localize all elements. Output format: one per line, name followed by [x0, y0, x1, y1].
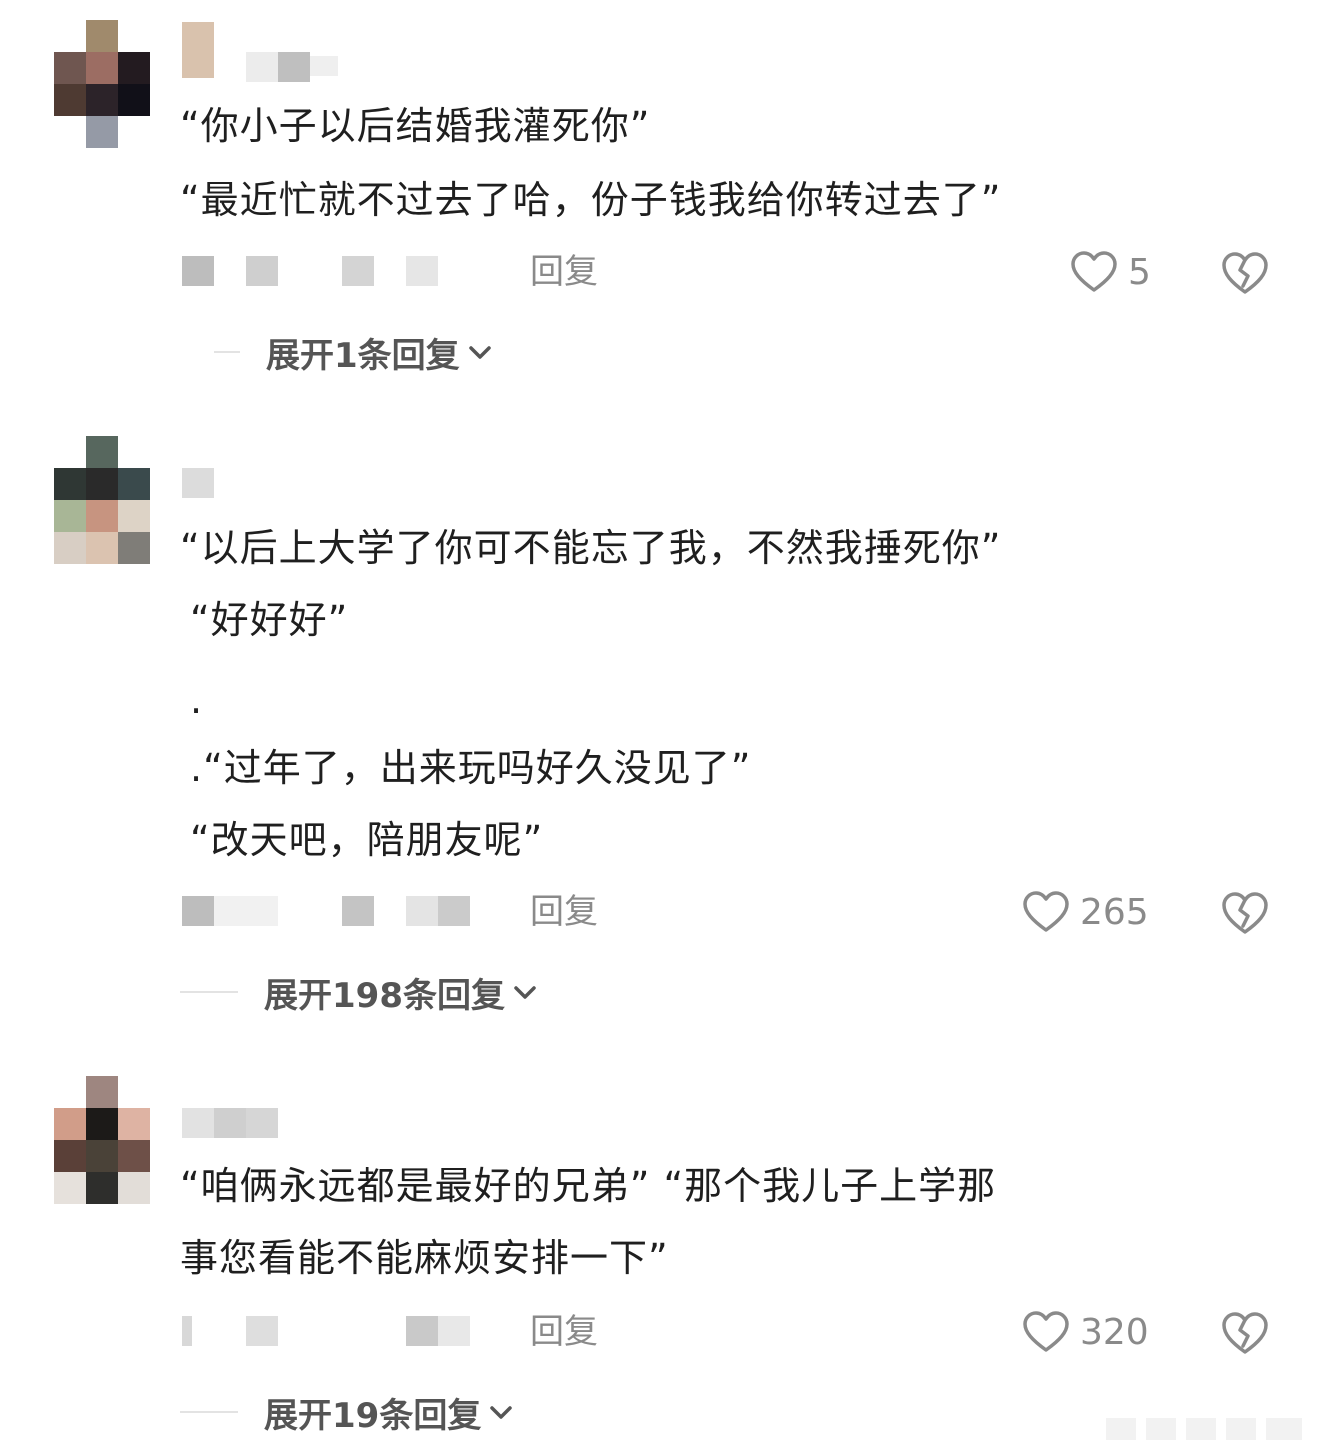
- avatar-pixel: [54, 1140, 86, 1172]
- like-button[interactable]: 320: [1022, 1310, 1149, 1354]
- like-count: 320: [1080, 1311, 1149, 1353]
- comment-meta: 回复 5: [182, 250, 1282, 294]
- like-button[interactable]: 5: [1070, 250, 1151, 294]
- comment-text-line: 事您看能不能麻烦安排一下”: [180, 1236, 669, 1280]
- blur-block: [182, 468, 214, 498]
- avatar-pixel: [54, 500, 86, 532]
- avatar-pixel: [86, 20, 118, 52]
- blur-block: [246, 1108, 278, 1138]
- avatar-pixel: [86, 52, 118, 84]
- divider: [180, 1411, 238, 1413]
- avatar-pixel: [118, 1172, 150, 1204]
- blur-block: [278, 52, 310, 82]
- avatar-pixel: [54, 84, 86, 116]
- broken-heart-icon[interactable]: [1220, 890, 1270, 936]
- avatar[interactable]: [54, 1076, 150, 1204]
- comment-meta: 回复 320: [182, 1310, 1282, 1354]
- reply-button[interactable]: 回复: [530, 250, 598, 294]
- location-blurred: [342, 896, 374, 926]
- comment-text-line: .“过年了，出来玩吗好久没见了”: [190, 746, 752, 790]
- timestamp-blurred: [182, 256, 214, 286]
- avatar-pixel: [54, 52, 86, 84]
- comment-text-line: “好好好”: [190, 598, 349, 642]
- avatar-pixel: [86, 1172, 118, 1204]
- divider: [180, 991, 238, 993]
- heart-outline-icon: [1023, 1311, 1069, 1352]
- reply-button[interactable]: 回复: [530, 1310, 598, 1354]
- avatar-pixel: [86, 500, 118, 532]
- avatar-pixel: [118, 500, 150, 532]
- avatar-pixel: [54, 532, 86, 564]
- like-button[interactable]: 265: [1022, 890, 1149, 934]
- timestamp-blurred: [246, 1316, 278, 1346]
- avatar-pixel: [118, 468, 150, 500]
- watermark: [1106, 1412, 1306, 1442]
- avatar-pixel: [118, 1108, 150, 1140]
- expand-replies-button[interactable]: 展开198条回复: [180, 970, 537, 1016]
- heart-outline-icon: [1071, 251, 1117, 292]
- expand-replies-label: 展开19条回复: [264, 1395, 482, 1436]
- username-blurred[interactable]: [182, 468, 222, 498]
- chevron-down-icon: [468, 346, 491, 359]
- comment-text-line: “你小子以后结婚我灌死你”: [180, 104, 651, 148]
- avatar-pixel: [86, 1140, 118, 1172]
- avatar-pixel: [86, 436, 118, 468]
- expand-replies-label: 展开1条回复: [266, 335, 460, 376]
- avatar-pixel: [118, 52, 150, 84]
- comment-text-line: .: [190, 678, 204, 722]
- avatar-pixel: [86, 468, 118, 500]
- broken-heart-icon[interactable]: [1220, 250, 1270, 296]
- expand-replies-button[interactable]: 展开1条回复: [214, 330, 492, 376]
- blur-block: [182, 1108, 214, 1138]
- avatar-pixel: [118, 1140, 150, 1172]
- timestamp-blurred: [246, 256, 278, 286]
- location-blurred: [406, 256, 438, 286]
- avatar-pixel: [86, 1076, 118, 1108]
- heart-outline-icon: [1023, 891, 1069, 932]
- avatar-pixel: [54, 1108, 86, 1140]
- comment-meta: 回复 265: [182, 890, 1282, 934]
- blur-block: [214, 1108, 246, 1138]
- reply-button[interactable]: 回复: [530, 890, 598, 934]
- blur-block: [310, 56, 338, 76]
- avatar-pixel: [54, 468, 86, 500]
- avatar[interactable]: [54, 436, 150, 564]
- avatar-pixel: [86, 116, 118, 148]
- avatar-pixel: [54, 1172, 86, 1204]
- username-blurred[interactable]: [182, 1108, 282, 1138]
- timestamp-blurred: [214, 896, 278, 926]
- like-count: 265: [1080, 891, 1149, 933]
- timestamp-blurred: [182, 896, 214, 926]
- avatar-pixel: [86, 84, 118, 116]
- divider: [214, 351, 240, 353]
- timestamp-blurred: [182, 1316, 192, 1346]
- expand-replies-button[interactable]: 展开19条回复: [180, 1390, 513, 1436]
- comment-text-line: “以后上大学了你可不能忘了我，不然我捶死你”: [180, 526, 1002, 570]
- like-count: 5: [1128, 251, 1151, 293]
- location-blurred: [406, 896, 438, 926]
- comment-text-line: “改天吧，陪朋友呢”: [190, 818, 544, 862]
- avatar[interactable]: [54, 20, 150, 148]
- location-blurred: [438, 896, 470, 926]
- expand-replies-label: 展开198条回复: [264, 975, 505, 1016]
- broken-heart-icon[interactable]: [1220, 1310, 1270, 1356]
- avatar-pixel: [118, 84, 150, 116]
- location-blurred: [342, 256, 374, 286]
- username-blurred[interactable]: [182, 22, 352, 82]
- chevron-down-icon: [514, 986, 536, 999]
- location-blurred: [406, 1316, 438, 1346]
- avatar-pixel: [118, 532, 150, 564]
- blur-block: [182, 22, 214, 78]
- avatar-pixel: [86, 1108, 118, 1140]
- comment-text-line: “咱俩永远都是最好的兄弟” “那个我儿子上学那: [180, 1164, 997, 1208]
- comment-text-line: “最近忙就不过去了哈，份子钱我给你转过去了”: [180, 178, 1002, 222]
- chevron-down-icon: [490, 1406, 513, 1419]
- blur-block: [246, 52, 278, 82]
- avatar-pixel: [86, 532, 118, 564]
- location-blurred: [438, 1316, 470, 1346]
